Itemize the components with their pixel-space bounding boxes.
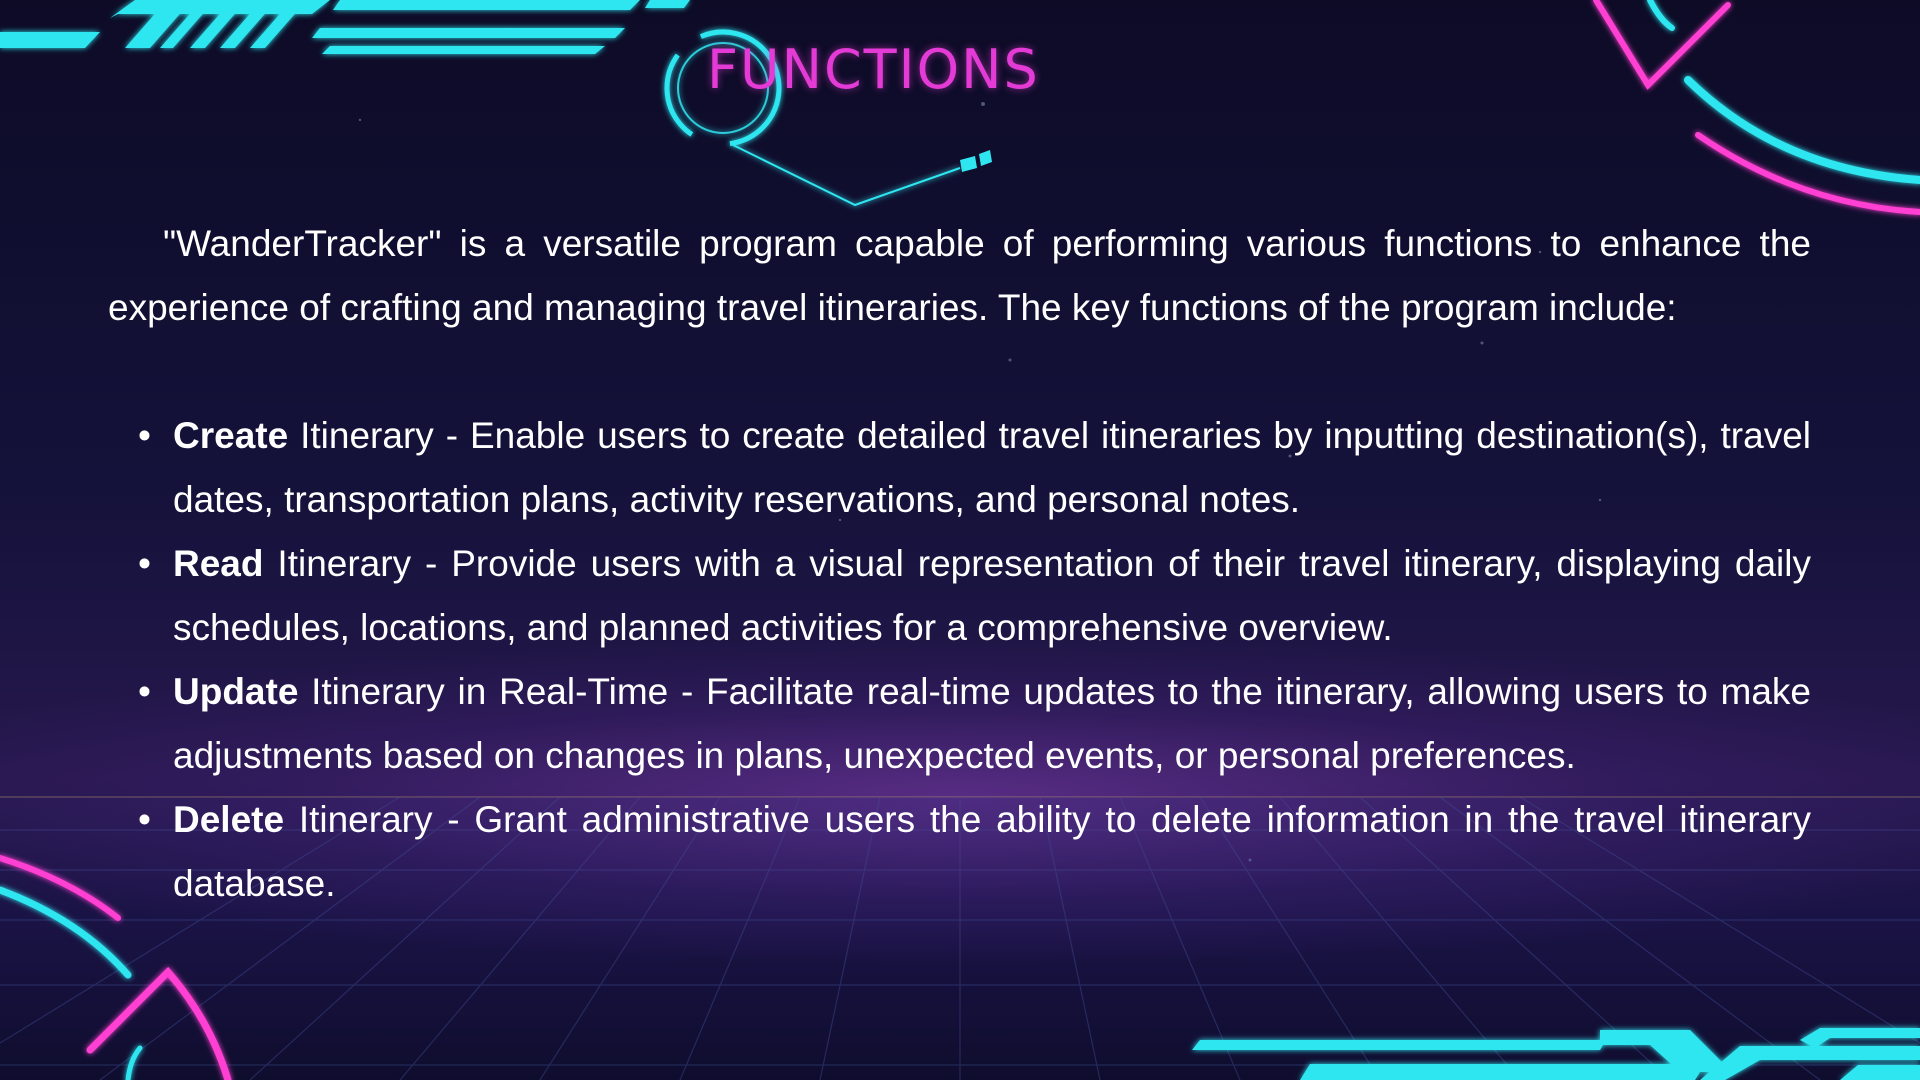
title-dashes [960, 150, 992, 172]
function-description: Itinerary - Provide users with a visual … [173, 543, 1811, 648]
functions-list: • Create Itinerary - Enable users to cre… [108, 404, 1811, 916]
top-left-cyan-bars [0, 0, 690, 54]
function-description: Itinerary - Enable users to create detai… [173, 415, 1811, 520]
function-item-create: • Create Itinerary - Enable users to cre… [108, 404, 1811, 532]
top-right-neon-arcs [1593, 0, 1920, 215]
function-term: Update [173, 671, 299, 712]
content-body: "WanderTracker" is a versatile program c… [108, 212, 1811, 916]
function-item-update: • Update Itinerary in Real-Time - Facili… [108, 660, 1811, 788]
function-term: Delete [173, 799, 285, 840]
function-term: Create [173, 415, 289, 456]
intro-paragraph: "WanderTracker" is a versatile program c… [108, 223, 1811, 328]
function-description: Itinerary - Grant administrative users t… [173, 799, 1811, 904]
slide: FUNCTIONS "WanderTracker" is a versatile… [0, 0, 1920, 1080]
bullet-icon: • [138, 671, 151, 712]
slide-title: FUNCTIONS [707, 38, 1040, 101]
function-item-read: • Read Itinerary - Provide users with a … [108, 532, 1811, 660]
bullet-icon: • [138, 543, 151, 584]
bullet-icon: • [138, 799, 151, 840]
function-term: Read [173, 543, 264, 584]
function-description: Itinerary in Real-Time - Facilitate real… [173, 671, 1811, 776]
function-item-delete: • Delete Itinerary - Grant administrativ… [108, 788, 1811, 916]
bullet-icon: • [138, 415, 151, 456]
